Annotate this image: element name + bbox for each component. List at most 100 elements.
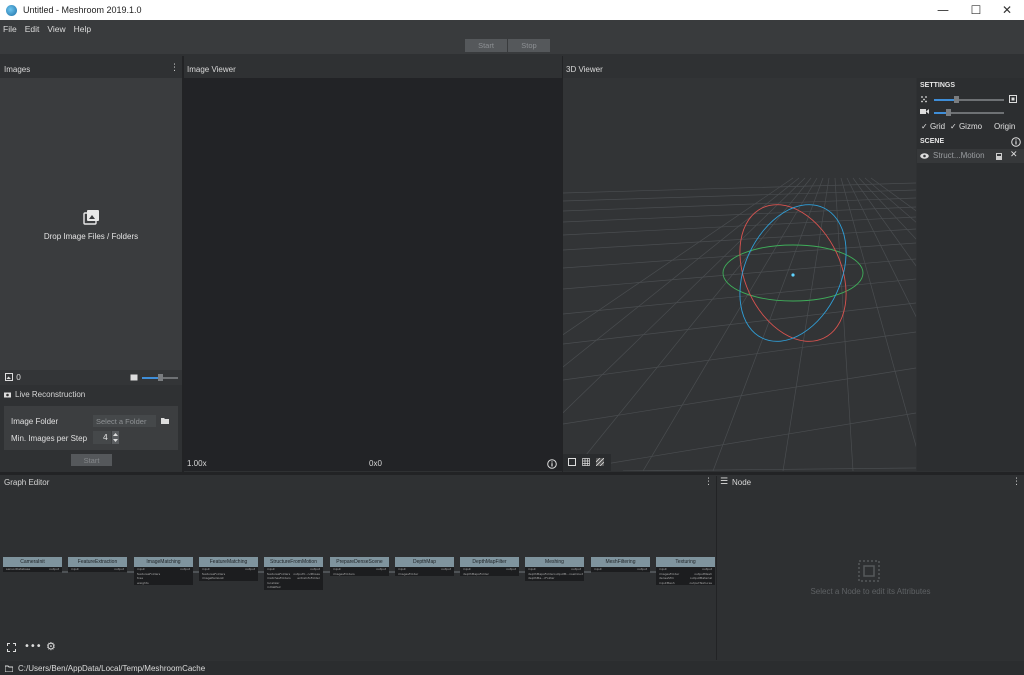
output-port[interactable]: output — [506, 567, 516, 572]
graph-node-port-row: initialPair — [264, 585, 323, 590]
3d-settings-panel — [917, 78, 1024, 471]
live-reconstruction-header[interactable]: Live Reconstruction — [0, 386, 182, 402]
images-footer: 0 — [0, 370, 182, 385]
toolbar: Start Stop — [0, 38, 1024, 54]
input-port[interactable]: depthMapsFolder — [463, 572, 489, 577]
scene-item-row[interactable]: Struct...Motion ✕ — [917, 149, 1024, 163]
media-library-icon[interactable] — [996, 153, 1002, 160]
grid-checkbox[interactable]: ✓ Grid — [921, 122, 945, 131]
graph-node-body: input output depthMapsFolder outputM...nseC… — [525, 567, 584, 581]
gizmo-check-icon: ✓ — [950, 122, 959, 131]
folder-icon[interactable] — [161, 417, 169, 424]
input-port[interactable]: input — [71, 567, 79, 572]
graph-node-port-row: depthMa...rFolder — [525, 576, 584, 581]
trackball-gizmo[interactable] — [713, 198, 873, 348]
graph-node-imagematching[interactable]: ImageMatching input output featuresFolders t… — [134, 557, 193, 585]
graph-node-title: DepthMapFilter — [460, 557, 519, 567]
image-viewer-canvas[interactable] — [184, 78, 562, 471]
output-port[interactable]: output — [49, 567, 59, 572]
textured-view-icon[interactable] — [596, 458, 604, 466]
cache-path: C:/Users/Ben/AppData/Local/Temp/Meshroom… — [18, 663, 206, 673]
output-port[interactable]: output — [637, 567, 647, 572]
fixed-size-icon[interactable] — [1009, 95, 1017, 103]
grid-check-icon: ✓ — [921, 122, 930, 131]
menu-file[interactable]: File — [3, 24, 17, 34]
divider[interactable] — [562, 56, 563, 472]
graph-node-depthmap[interactable]: DepthMap input output imagesFolder — [395, 557, 454, 576]
camera-scale-handle[interactable] — [946, 109, 951, 116]
close-button[interactable]: ✕ — [990, 0, 1024, 20]
minimize-button[interactable]: — — [926, 0, 960, 20]
menu-help[interactable]: Help — [74, 24, 91, 34]
graph-node-body: input output depthMapsFolder — [460, 567, 519, 576]
graph-node-body: input output featuresFolders outputV...ndPo… — [264, 567, 323, 590]
maximize-button[interactable]: ☐ — [959, 0, 993, 20]
input-port[interactable]: imagesFolder — [398, 572, 418, 577]
graph-node-structurefrommotion[interactable]: StructureFromMotion input output featuresFo… — [264, 557, 323, 590]
point-size-handle[interactable] — [954, 96, 959, 103]
graph-node-preparedensescene[interactable]: PrepareDenseScene input output imagesFolder… — [330, 557, 389, 576]
graph-settings-gear-icon[interactable]: ⚙ — [46, 640, 56, 653]
graph-node-meshing[interactable]: Meshing input output depthMapsFolder outputM… — [525, 557, 584, 581]
images-icon — [83, 210, 99, 225]
input-port[interactable]: weights — [137, 581, 149, 586]
graph-node-depthmapfilter[interactable]: DepthMapFilter input output depthMapsFolder — [460, 557, 519, 576]
image-folder-input[interactable]: Select a Folder — [93, 415, 156, 427]
divider[interactable] — [182, 56, 184, 472]
min-images-label: Min. Images per Step — [11, 434, 88, 443]
menu-view[interactable]: View — [47, 24, 65, 34]
point-size-icon — [921, 96, 927, 103]
images-menu-icon[interactable]: ⋮ — [170, 63, 179, 73]
settings-title: SETTINGS — [920, 82, 956, 89]
image-resolution: 0x0 — [369, 459, 382, 468]
graph-node-texturing[interactable]: Texturing input output imagesFolder outputMe… — [656, 557, 715, 585]
live-start-button[interactable]: Start — [71, 454, 112, 466]
graph-node-featureextraction[interactable]: FeatureExtraction input output — [68, 557, 127, 572]
start-button[interactable]: Start — [465, 39, 507, 52]
wireframe-view-icon[interactable] — [582, 458, 590, 466]
output-port[interactable]: output — [376, 567, 386, 572]
fit-view-icon[interactable] — [7, 643, 16, 652]
input-port[interactable]: inputMesh — [659, 581, 675, 586]
node-panel-menu-icon[interactable]: ⋮ — [1012, 477, 1021, 487]
graph-node-port-row: imagePairsList — [199, 576, 258, 581]
thumbnail-size-handle[interactable] — [158, 374, 163, 381]
info-icon[interactable] — [547, 459, 557, 469]
visibility-icon[interactable] — [920, 153, 929, 159]
graph-node-featurematching[interactable]: FeatureMatching input output featuresFolder… — [199, 557, 258, 581]
more-options-icon[interactable]: ••• — [24, 641, 42, 652]
scene-info-icon[interactable] — [1011, 137, 1021, 147]
output-port[interactable]: extraInfoFolder — [297, 576, 320, 581]
input-port[interactable]: sensorDatabase — [6, 567, 30, 572]
graph-node-meshfiltering[interactable]: MeshFiltering input output — [591, 557, 650, 572]
graph-node-body: input output imagesFolder — [395, 567, 454, 576]
output-port[interactable]: outputTextures — [690, 581, 712, 586]
min-images-input[interactable]: 4 — [93, 431, 111, 444]
solid-view-icon[interactable] — [568, 458, 576, 466]
output-port[interactable]: output — [441, 567, 451, 572]
output-port[interactable]: output — [245, 567, 255, 572]
input-port[interactable]: imagePairsList — [202, 576, 224, 581]
graph-node-camerainit[interactable]: CameraInit sensorDatabase output — [3, 557, 62, 572]
input-port[interactable]: initialPair — [267, 585, 281, 590]
output-port[interactable]: outputM...nseCloud — [554, 572, 583, 577]
min-images-stepper[interactable] — [112, 431, 119, 444]
menu-edit[interactable]: Edit — [25, 24, 40, 34]
input-port[interactable]: input — [594, 567, 602, 572]
graph-node-title: FeatureExtraction — [68, 557, 127, 567]
remove-scene-item-icon[interactable]: ✕ — [1010, 150, 1018, 160]
input-port[interactable]: imagesFolders — [333, 572, 355, 577]
output-port[interactable]: output — [114, 567, 124, 572]
divider[interactable] — [0, 472, 1024, 475]
image-viewer-title: Image Viewer — [187, 64, 236, 74]
origin-checkbox[interactable]: Origin — [994, 122, 1015, 131]
graph-editor-menu-icon[interactable]: ⋮ — [704, 477, 713, 487]
stop-button[interactable]: Stop — [508, 39, 550, 52]
3d-viewer-canvas[interactable] — [563, 78, 916, 471]
graph-node-port-row: imagesFolders — [330, 572, 389, 577]
graph-node-body: input output featuresFolders imagePairsList — [199, 567, 258, 581]
live-reconstruction-title: Live Reconstruction — [15, 389, 86, 399]
input-port[interactable]: depthMa...rFolder — [528, 576, 555, 581]
gizmo-checkbox[interactable]: ✓ Gizmo — [950, 122, 982, 131]
output-port[interactable]: output — [180, 567, 190, 572]
